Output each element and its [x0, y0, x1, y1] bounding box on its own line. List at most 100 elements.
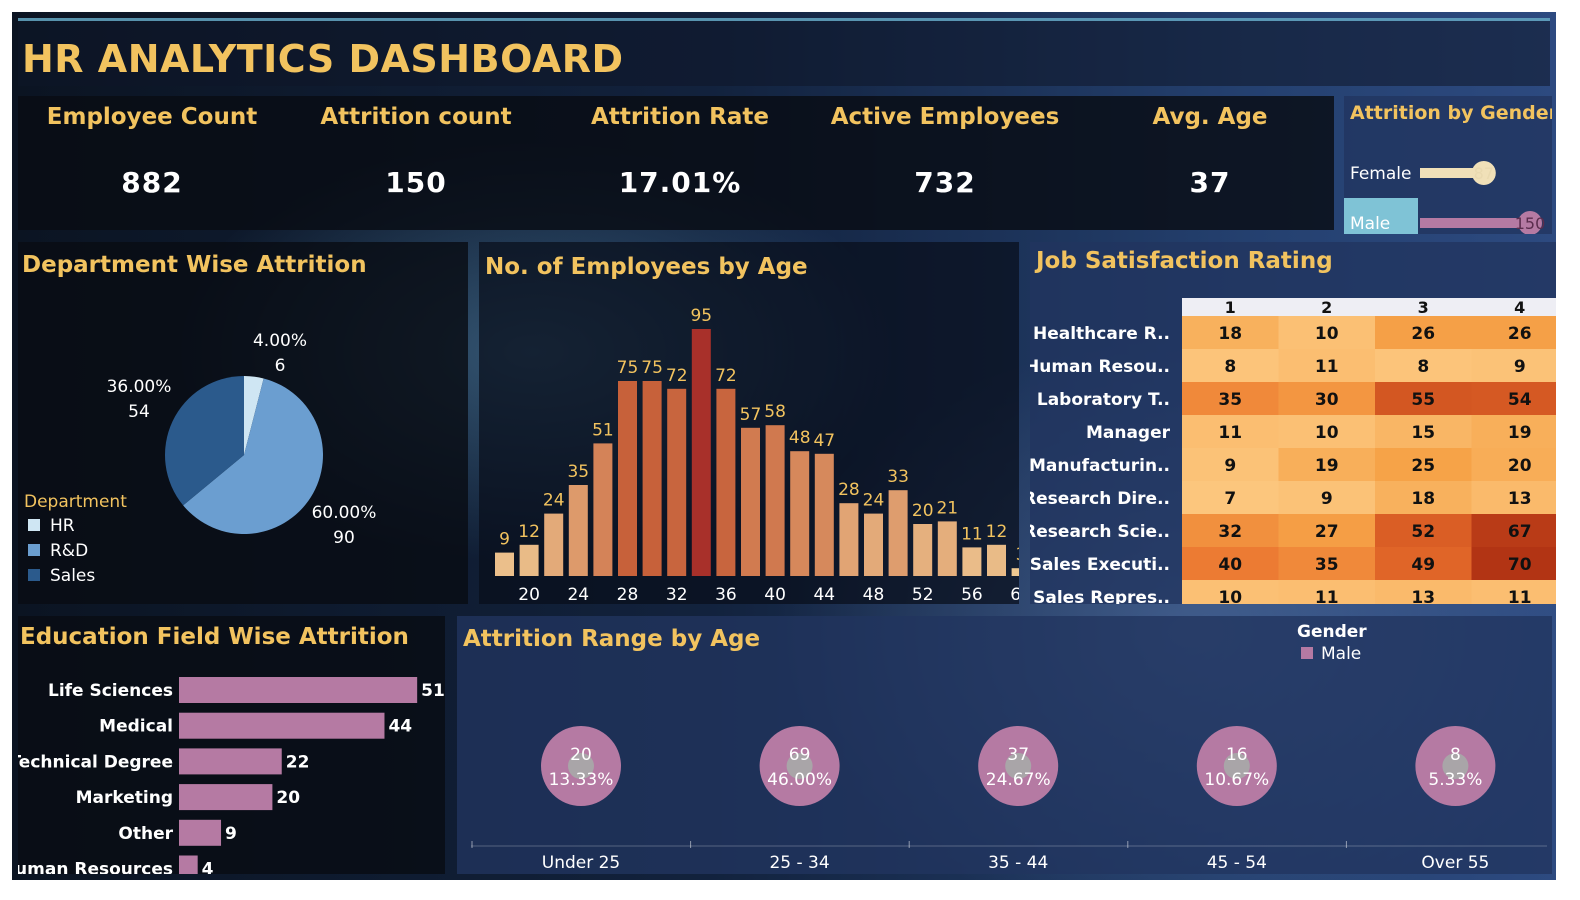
age-bar-label: 48 [789, 428, 811, 448]
gender-panel: Attrition by Gender Female 87 Male 150 [1344, 96, 1552, 234]
pie-percent-label: 4.00% [253, 331, 307, 351]
education-bar [179, 855, 198, 874]
pie-value-label: 90 [333, 528, 355, 548]
gender-value-female: 87 [1474, 164, 1494, 183]
age-bar-label: 95 [690, 306, 712, 326]
range-category-label: 25 - 34 [769, 853, 829, 873]
range-percent-label: 10.67% [1204, 770, 1269, 790]
age-bar [544, 513, 564, 576]
range-category-label: 45 - 54 [1207, 853, 1267, 873]
age-bar-label: 3 [1016, 545, 1019, 565]
heatmap-cell-value: 11 [1218, 423, 1242, 443]
age-bar [691, 329, 711, 576]
age-bar [1011, 568, 1019, 576]
age-bar [962, 547, 982, 576]
age-bar-label: 12 [986, 522, 1008, 542]
heatmap-cell-value: 8 [1224, 357, 1236, 377]
age-bar [765, 425, 785, 576]
kpi-strip: Employee Count 882 Attrition count 150 A… [18, 96, 1334, 230]
heatmap-header [1182, 298, 1556, 316]
education-category-label: Technical Degree [18, 752, 173, 772]
education-bar [179, 784, 273, 811]
education-value-label: 9 [225, 824, 237, 844]
heatmap-column-label: 2 [1321, 298, 1332, 317]
age-x-tick: 56 [961, 585, 983, 604]
heatmap-cell-value: 32 [1218, 522, 1242, 542]
heatmap-cell-value: 8 [1417, 357, 1429, 377]
education-panel: Education Field Wise Attrition Life Scie… [18, 616, 445, 874]
education-value-label: 4 [202, 860, 214, 875]
education-bar [179, 712, 385, 739]
heatmap-cell-value: 18 [1411, 489, 1435, 509]
heatmap-cell-value: 10 [1315, 324, 1339, 344]
age-x-tick: 24 [567, 585, 589, 604]
age-bar [716, 388, 736, 576]
heatmap-row-label: Research Scie.. [1030, 522, 1170, 542]
heatmap-cell-value: 25 [1411, 456, 1435, 476]
heatmap-row-label: Healthcare R.. [1033, 324, 1170, 344]
pie-percent-label: 60.00% [312, 503, 377, 523]
title-bar: HR ANALYTICS DASHBOARD [18, 18, 1550, 86]
heatmap-row-label: Research Dire.. [1030, 489, 1170, 509]
age-bar-label: 11 [961, 524, 983, 544]
kpi-value-active-employees: 732 [914, 166, 976, 199]
range-value-label: 8 [1450, 745, 1461, 765]
gender-label-female: Female [1350, 164, 1411, 184]
range-percent-label: 24.67% [986, 770, 1051, 790]
heatmap-row-label: Manufacturin.. [1030, 456, 1170, 476]
heatmap-cell-value: 13 [1411, 588, 1435, 604]
age-bar [568, 485, 588, 576]
age-x-tick: 60 [1010, 585, 1019, 604]
heatmap-column-label: 1 [1225, 298, 1236, 317]
education-value-label: 51 [421, 681, 445, 701]
education-bar [179, 748, 282, 775]
range-panel: Attrition Range by Age Gender Male 20 13.… [457, 616, 1552, 874]
heatmap-row-label: Sales Executi.. [1030, 555, 1170, 575]
job-heatmap: 1 2 3 4 Healthcare R.. 18 10 26 26 Human Resou.. 8… [1030, 298, 1556, 604]
age-bar [593, 443, 613, 576]
kpi-label-active-employees: Active Employees [830, 104, 1060, 130]
age-x-tick: 44 [813, 585, 835, 604]
heatmap-cell-value: 26 [1508, 324, 1532, 344]
page-title: HR ANALYTICS DASHBOARD [22, 37, 624, 81]
age-bar [987, 544, 1006, 576]
age-bar-label: 57 [740, 405, 762, 425]
kpi-label-avg-age: Avg. Age [1152, 104, 1268, 130]
heatmap-column-label: 3 [1418, 298, 1429, 317]
range-value-label: 37 [1007, 745, 1029, 765]
age-x-tick: 20 [518, 585, 540, 604]
range-percent-label: 46.00% [767, 770, 832, 790]
gender-chart: Female 87 Male 150 [1344, 161, 1545, 234]
range-category-label: 35 - 44 [988, 853, 1048, 873]
heatmap-cell-value: 70 [1508, 555, 1532, 575]
heatmap-cell-value: 18 [1218, 324, 1242, 344]
age-bar-label: 51 [592, 420, 614, 440]
heatmap-cell-value: 9 [1321, 489, 1333, 509]
education-bar-chart: Life Sciences 51 Medical 44 Technical Degree… [18, 677, 445, 875]
legend-item-hr: HR [24, 516, 127, 541]
heatmap-cell-value: 27 [1315, 522, 1339, 542]
legend-label-sales: Sales [50, 566, 96, 586]
education-bar [179, 819, 222, 846]
age-bar [937, 521, 957, 576]
pie-value-label: 54 [128, 402, 150, 422]
education-category-label: Marketing [76, 788, 173, 808]
job-panel: Job Satisfaction Rating 1 2 3 4 Healthcare R… [1030, 242, 1556, 604]
heatmap-cell-value: 7 [1224, 489, 1236, 509]
range-value-label: 16 [1226, 745, 1248, 765]
age-x-tick: 40 [764, 585, 786, 604]
heatmap-cell-value: 9 [1224, 456, 1236, 476]
heatmap-cell-value: 10 [1218, 588, 1242, 604]
heatmap-cell-value: 11 [1315, 357, 1339, 377]
heatmap-cell-value: 52 [1411, 522, 1435, 542]
age-bar-label: 58 [764, 402, 786, 422]
heatmap-cell-value: 67 [1508, 522, 1532, 542]
heatmap-cell-value: 40 [1218, 555, 1242, 575]
kpi-label-employee-count: Employee Count [46, 104, 258, 130]
education-value-label: 44 [388, 717, 412, 737]
age-bar [495, 552, 514, 576]
age-bar-label: 33 [887, 467, 909, 487]
range-value-label: 69 [789, 745, 811, 765]
age-bar-label: 35 [567, 462, 589, 482]
heatmap-cell-value: 19 [1508, 423, 1532, 443]
